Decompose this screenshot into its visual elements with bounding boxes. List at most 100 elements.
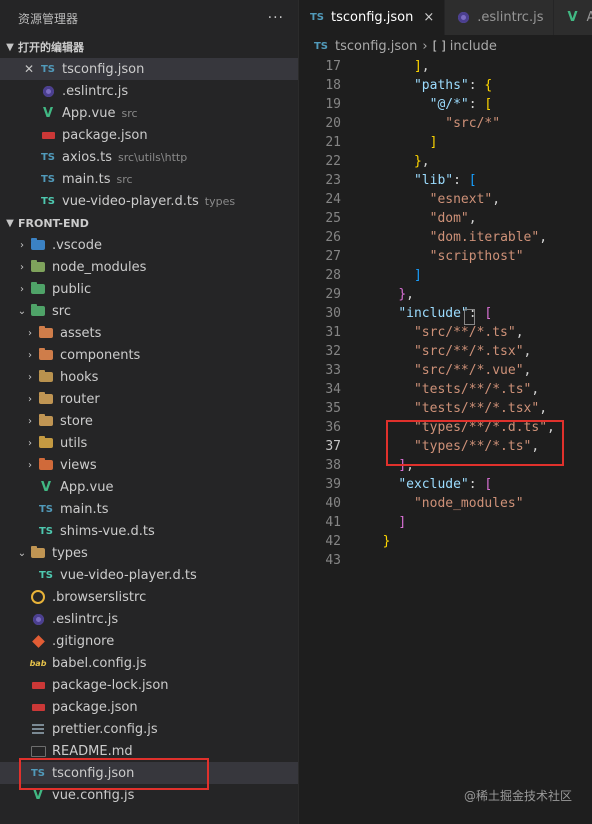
chevron-right-icon: ›: [28, 393, 32, 405]
code-text: ]: [341, 266, 422, 285]
code-text: "include": [: [341, 304, 492, 323]
tree-file-vue-config[interactable]: Vvue.config.js: [0, 784, 298, 806]
code-line[interactable]: 39 "exclude": [: [299, 475, 592, 494]
code-line[interactable]: 34 "tests/**/*.ts",: [299, 380, 592, 399]
code-token: ,: [531, 439, 540, 454]
tree-file-package-lock[interactable]: package-lock.json: [0, 674, 298, 696]
breadcrumb-file[interactable]: tsconfig.json: [335, 39, 417, 54]
code-line[interactable]: 24 "esnext",: [299, 190, 592, 209]
code-line[interactable]: 40 "node_modules": [299, 494, 592, 513]
tree-folder-assets[interactable]: › assets: [0, 322, 298, 344]
tree-folder-router[interactable]: › router: [0, 388, 298, 410]
code-text: "esnext",: [341, 190, 500, 209]
close-icon[interactable]: ✕: [22, 62, 36, 76]
line-number: 24: [325, 192, 341, 207]
chevron-right-icon: ›: [28, 437, 32, 449]
explorer-sidebar: 资源管理器 ··· ▼ 打开的编辑器 ✕ TS tsconfig.json .e…: [0, 0, 298, 824]
tab-tsconfig[interactable]: TS tsconfig.json ×: [299, 0, 446, 35]
code-line[interactable]: 30 "include": [: [299, 304, 592, 323]
code-token: "src/**/*.ts": [413, 325, 516, 340]
code-line[interactable]: 43: [299, 551, 592, 570]
open-editor-label: main.ts: [62, 171, 111, 187]
code-line[interactable]: 25 "dom",: [299, 209, 592, 228]
open-editor-item[interactable]: ✕ TS tsconfig.json: [0, 58, 298, 80]
tree-file-vue-video-player[interactable]: TS vue-video-player.d.ts: [0, 564, 298, 586]
tree-file-readme[interactable]: README.md: [0, 740, 298, 762]
more-actions-icon[interactable]: ···: [268, 10, 284, 26]
tree-label: .vscode: [52, 237, 102, 253]
tree-folder-hooks[interactable]: › hooks: [0, 366, 298, 388]
code-line[interactable]: 21 ]: [299, 133, 592, 152]
tree-label: src: [52, 303, 71, 319]
open-editor-item[interactable]: package.json: [0, 124, 298, 146]
tree-label: hooks: [60, 369, 99, 385]
code-line[interactable]: 17 ],: [299, 57, 592, 76]
tree-folder-views[interactable]: › views: [0, 454, 298, 476]
code-line[interactable]: 23 "lib": [: [299, 171, 592, 190]
open-editors-header[interactable]: ▼ 打开的编辑器: [0, 36, 298, 58]
tree-file-prettier-config[interactable]: prettier.config.js: [0, 718, 298, 740]
tree-file-main-ts[interactable]: TS main.ts: [0, 498, 298, 520]
close-icon[interactable]: ×: [423, 10, 434, 25]
tree-folder-node-modules[interactable]: › node_modules: [0, 256, 298, 278]
code-line[interactable]: 41 ]: [299, 513, 592, 532]
code-line[interactable]: 19 "@/*": [: [299, 95, 592, 114]
code-area[interactable]: 17 ], 18 "paths": {19 "@/*": [20 "src/*" 2…: [299, 57, 592, 570]
tree-file-eslintrc[interactable]: .eslintrc.js: [0, 608, 298, 630]
code-line[interactable]: 26 "dom.iterable",: [299, 228, 592, 247]
code-line[interactable]: 18 "paths": {: [299, 76, 592, 95]
code-token: :: [468, 477, 485, 492]
code-line[interactable]: 27 "scripthost": [299, 247, 592, 266]
project-header[interactable]: ▼ FRONT-END: [0, 212, 298, 234]
babel-icon: bab: [29, 658, 47, 668]
code-line[interactable]: 33 "src/**/*.vue",: [299, 361, 592, 380]
tree-folder-types[interactable]: ⌄ types: [0, 542, 298, 564]
tab-app-vue[interactable]: V A: [554, 0, 592, 35]
tree-file-babel-config[interactable]: bab babel.config.js: [0, 652, 298, 674]
tree-folder-store[interactable]: › store: [0, 410, 298, 432]
open-editor-item[interactable]: V App.vue src: [0, 102, 298, 124]
tree-folder-public[interactable]: › public: [0, 278, 298, 300]
tree-folder-vscode[interactable]: › .vscode: [0, 234, 298, 256]
tree-folder-utils[interactable]: › utils: [0, 432, 298, 454]
open-editor-item[interactable]: TS vue-video-player.d.ts types: [0, 190, 298, 212]
tree-file-app-vue[interactable]: V App.vue: [0, 476, 298, 498]
code-line[interactable]: 42 }: [299, 532, 592, 551]
open-editor-item[interactable]: .eslintrc.js: [0, 80, 298, 102]
open-editor-item[interactable]: TS main.ts src: [0, 168, 298, 190]
code-text: "@/*": [: [341, 95, 493, 114]
code-line[interactable]: 31 "src/**/*.ts",: [299, 323, 592, 342]
tree-file-gitignore[interactable]: .gitignore: [0, 630, 298, 652]
tree-label: components: [60, 347, 141, 363]
tree-folder-components[interactable]: › components: [0, 344, 298, 366]
tree-file-package-json[interactable]: package.json: [0, 696, 298, 718]
code-line[interactable]: 20 "src/*": [299, 114, 592, 133]
code-line[interactable]: 35 "tests/**/*.tsx",: [299, 399, 592, 418]
tree-folder-src[interactable]: ⌄ src: [0, 300, 298, 322]
code-line[interactable]: 29 },: [299, 285, 592, 304]
tree-file-tsconfig[interactable]: TS tsconfig.json: [0, 762, 298, 784]
code-line[interactable]: 28 ]: [299, 266, 592, 285]
code-line[interactable]: 32 "src/**/*.tsx",: [299, 342, 592, 361]
tree-file-browserslistrc[interactable]: .browserslistrc: [0, 586, 298, 608]
code-line[interactable]: 37 "types/**/*.ts",: [299, 437, 592, 456]
code-line[interactable]: 38 ],: [299, 456, 592, 475]
open-editor-item[interactable]: TS axios.ts src\utils\http: [0, 146, 298, 168]
code-text: "src/**/*.vue",: [341, 361, 531, 380]
code-token: :: [453, 173, 469, 188]
line-number: 43: [325, 553, 341, 568]
code-token: ,: [523, 363, 532, 378]
tab-eslintrc[interactable]: .eslintrc.js: [445, 0, 555, 35]
code-line[interactable]: 36 "types/**/*.d.ts",: [299, 418, 592, 437]
code-text: "tests/**/*.tsx",: [341, 399, 547, 418]
breadcrumb-symbol[interactable]: include: [450, 39, 497, 54]
tree-label: views: [60, 457, 97, 473]
code-line[interactable]: 22 },: [299, 152, 592, 171]
tree-label: .browserslistrc: [52, 589, 147, 605]
tree-file-shims-vue[interactable]: TS shims-vue.d.ts: [0, 520, 298, 542]
open-editor-label: package.json: [62, 127, 148, 143]
chevron-down-icon: ▼: [6, 217, 14, 229]
